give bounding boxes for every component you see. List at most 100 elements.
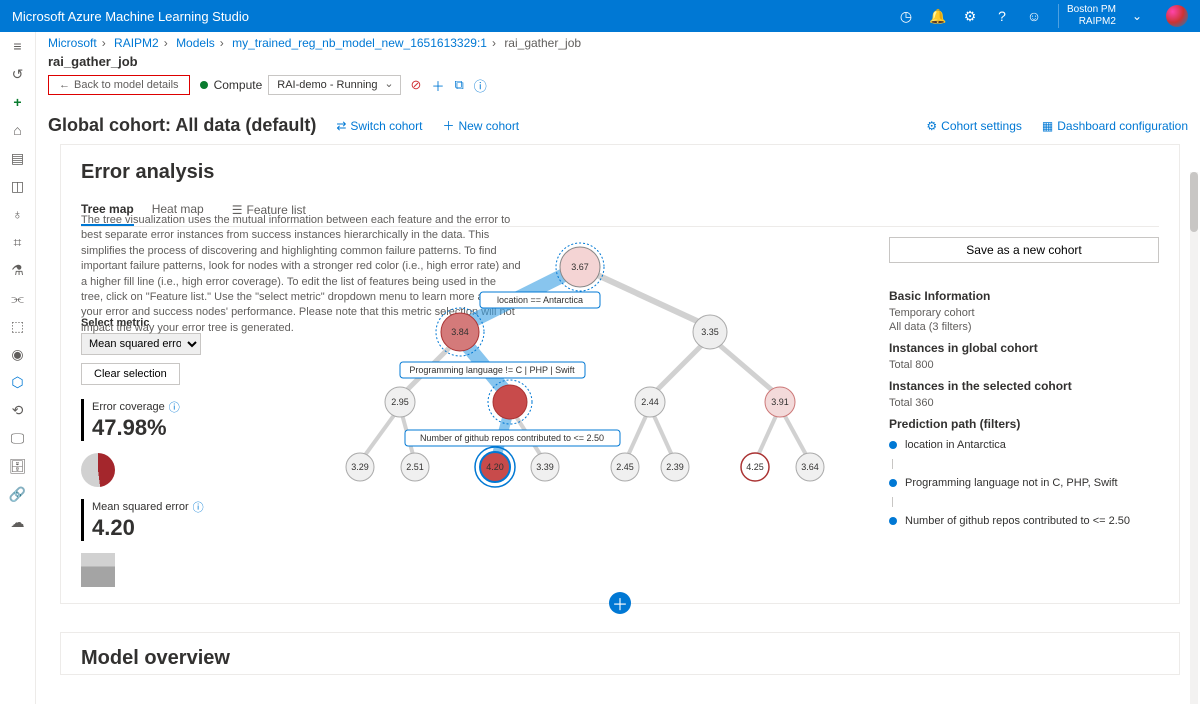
back-button[interactable]: ← Back to model details (48, 75, 190, 95)
svg-text:2.95: 2.95 (391, 397, 409, 407)
cube-icon[interactable]: ⬡ (10, 374, 26, 390)
tree-node-l3b[interactable]: 2.51 (401, 453, 429, 481)
menu-icon[interactable]: ≡ (10, 38, 26, 54)
mse-stat: Mean squared error ⓘ 4.20 (81, 499, 231, 541)
crumb-models[interactable]: Models (176, 36, 215, 50)
link-icon[interactable]: 🔗 (10, 486, 26, 502)
tree-node-l3g[interactable]: 4.25 (741, 453, 769, 481)
crumb-workspace[interactable]: RAIPM2 (114, 36, 159, 50)
gear-icon[interactable]: ⚙ (962, 8, 978, 24)
basic-info-2: All data (3 filters) (889, 321, 1159, 333)
cohort-settings-link[interactable]: ⚙Cohort settings (926, 119, 1021, 133)
tree-node-l3d[interactable]: 3.39 (531, 453, 559, 481)
svg-text:2.51: 2.51 (406, 462, 424, 472)
bullet-icon (889, 441, 897, 449)
model-overview-card: Model overview (60, 632, 1180, 675)
tree-visualization[interactable]: 3.67 3.84 3.35 2.95 2.44 3.91 3.29 2.51 … (261, 237, 859, 537)
header-icons: ◷ 🔔 ⚙ ? ☺ Boston PM RAIPM2 ⌄ (898, 4, 1188, 28)
svg-text:2.44: 2.44 (641, 397, 659, 407)
tree-node-l2a[interactable]: 2.95 (385, 387, 415, 417)
tree-node-l3c[interactable]: 4.20 (475, 447, 515, 487)
add-fab-button[interactable]: ＋ (609, 592, 631, 614)
experiment-icon[interactable]: ⚗ (10, 262, 26, 278)
new-cohort-link[interactable]: ＋New cohort (442, 117, 519, 134)
tree-node-l1b[interactable]: 3.35 (693, 315, 727, 349)
scrollbar-thumb[interactable] (1190, 172, 1198, 232)
tree-node-root[interactable]: 3.67 (556, 243, 604, 291)
tree-node-l3h[interactable]: 3.64 (796, 453, 824, 481)
compute-icon[interactable]: 🖵 (10, 430, 26, 446)
tree-node-l3e[interactable]: 2.45 (611, 453, 639, 481)
cloud-icon[interactable]: ☁ (10, 514, 26, 530)
tree-node-l2c[interactable]: 2.44 (635, 387, 665, 417)
user-workspace: RAIPM2 (1079, 16, 1116, 28)
feedback-icon[interactable]: ☺ (1026, 8, 1042, 24)
clock-icon[interactable]: ◷ (898, 8, 914, 24)
svg-text:location == Antarctica: location == Antarctica (497, 295, 583, 305)
chevron-down-icon[interactable]: ⌄ (1132, 9, 1142, 23)
pipeline-icon[interactable]: ⫘ (10, 290, 26, 306)
swap-icon: ⇄ (336, 119, 346, 133)
help-icon[interactable]: ? (994, 8, 1010, 24)
basic-info-1: Temporary cohort (889, 307, 1159, 319)
stop-icon[interactable]: ⊘ (411, 77, 422, 93)
bell-icon[interactable]: 🔔 (930, 8, 946, 24)
save-cohort-button[interactable]: Save as a new cohort (889, 237, 1159, 263)
datastore-icon[interactable]: 🗄 (10, 458, 26, 474)
compute-label: Compute (214, 78, 263, 92)
endpoint-icon[interactable]: ◉ (10, 346, 26, 362)
workspace-icon[interactable]: ⌗ (10, 234, 26, 250)
user-block[interactable]: Boston PM RAIPM2 (1058, 4, 1116, 28)
crumb-microsoft[interactable]: Microsoft (48, 36, 97, 50)
selected-instances-heading: Instances in the selected cohort (889, 379, 1159, 393)
data-icon[interactable]: ⟲ (10, 402, 26, 418)
crumb-model[interactable]: my_trained_reg_nb_model_new_1651613329:1 (232, 36, 487, 50)
mse-label: Mean squared error (92, 501, 189, 513)
svg-text:2.39: 2.39 (666, 462, 684, 472)
back-label: Back to model details (74, 79, 179, 91)
dashboard-config-link[interactable]: ▦Dashboard configuration (1042, 119, 1188, 133)
sub-toolbar: ← Back to model details Compute RAI-demo… (36, 73, 1200, 103)
home-icon[interactable]: ⌂ (10, 122, 26, 138)
automl-icon[interactable]: ◫ (10, 178, 26, 194)
designer-icon[interactable]: ♁ (10, 206, 26, 222)
clear-selection-button[interactable]: Clear selection (81, 363, 180, 385)
info-small-icon[interactable]: ⓘ (169, 399, 180, 415)
model-icon[interactable]: ⬚ (10, 318, 26, 334)
tree-node-l3f[interactable]: 2.39 (661, 453, 689, 481)
svg-text:Programming language != C | PH: Programming language != C | PHP | Swift (409, 365, 575, 375)
crumb-current: rai_gather_job (504, 36, 581, 50)
info-icon[interactable]: ⓘ (474, 76, 487, 95)
path-filter-3: Number of github repos contributed to <=… (889, 515, 1159, 527)
global-instances-value: Total 800 (889, 359, 1159, 371)
tree-node-l3a[interactable]: 3.29 (346, 453, 374, 481)
svg-text:3.39: 3.39 (536, 462, 554, 472)
global-instances-heading: Instances in global cohort (889, 341, 1159, 355)
tree-node-l2b[interactable] (488, 380, 532, 424)
avatar[interactable] (1166, 5, 1188, 27)
svg-text:3.35: 3.35 (701, 327, 719, 337)
switch-cohort-link[interactable]: ⇄Switch cohort (336, 119, 422, 133)
compute-select[interactable]: RAI-demo - Running (268, 75, 400, 95)
error-analysis-card: Error analysis Tree map Heat map ☰Featur… (60, 144, 1180, 604)
notebook-icon[interactable]: ▤ (10, 150, 26, 166)
undo-icon[interactable]: ↺ (10, 66, 26, 82)
path-filter-1: location in Antarctica (889, 439, 1159, 451)
tree-node-l2d[interactable]: 3.91 (765, 387, 795, 417)
copy-icon[interactable]: ⧉ (454, 77, 463, 93)
left-rail: ≡ ↺ + ⌂ ▤ ◫ ♁ ⌗ ⚗ ⫘ ⬚ ◉ ⬡ ⟲ 🖵 🗄 🔗 ☁ (0, 32, 36, 704)
gear-small-icon: ⚙ (926, 119, 937, 133)
prediction-path-heading: Prediction path (filters) (889, 417, 1159, 431)
svg-text:Number of github repos contrib: Number of github repos contributed to <=… (420, 433, 604, 443)
app-brand: Microsoft Azure Machine Learning Studio (12, 9, 898, 24)
add-icon[interactable]: ＋ (431, 76, 444, 95)
plus-fab-icon: ＋ (612, 591, 628, 615)
status-dot-icon (200, 81, 208, 89)
info-small2-icon[interactable]: ⓘ (193, 499, 204, 515)
scrollbar[interactable] (1190, 172, 1198, 704)
plus-icon[interactable]: + (10, 94, 26, 110)
svg-text:3.91: 3.91 (771, 397, 789, 407)
svg-text:3.67: 3.67 (571, 262, 589, 272)
svg-text:3.84: 3.84 (451, 327, 469, 337)
breadcrumb: Microsoft› RAIPM2› Models› my_trained_re… (36, 32, 1200, 54)
